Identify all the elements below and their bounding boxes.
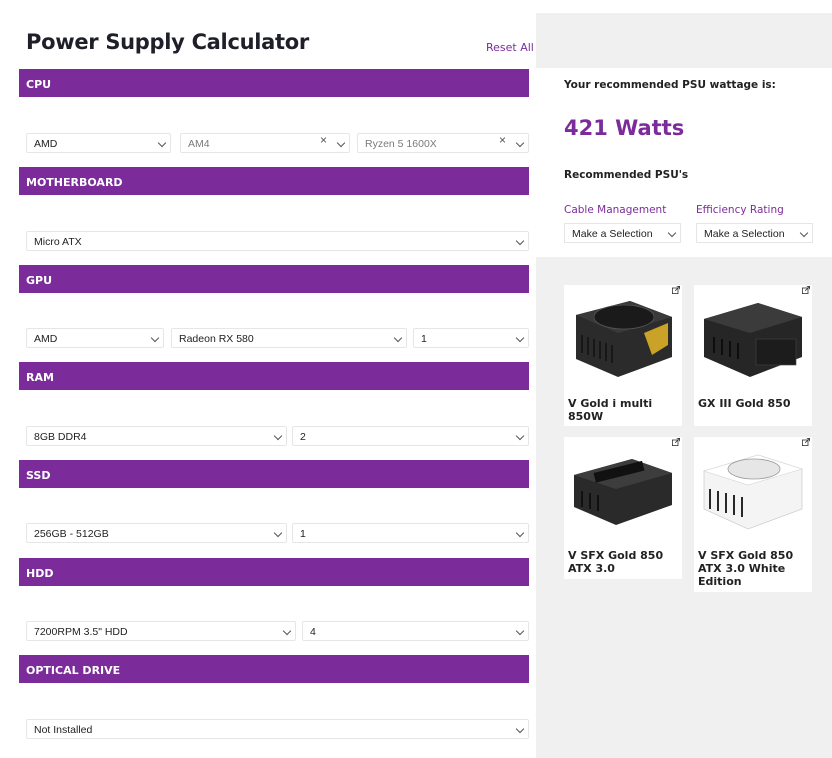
clear-icon[interactable]: ×: [499, 134, 506, 147]
motherboard-value: Micro ATX: [34, 236, 82, 248]
cable-management-value: Make a Selection: [572, 228, 653, 240]
ssd-quantity-select[interactable]: 1: [292, 523, 529, 543]
hdd-type-select[interactable]: 7200RPM 3.5" HDD: [26, 621, 296, 641]
product-name[interactable]: V Gold i multi 850W: [568, 397, 678, 423]
gpu-brand-select[interactable]: AMD: [26, 328, 164, 348]
section-header-ram: RAM: [19, 362, 529, 390]
ram-type-value: 8GB DDR4: [34, 431, 87, 443]
chevron-down-icon: [515, 724, 525, 734]
section-header-optical-drive: OPTICAL DRIVE: [19, 655, 529, 683]
chevron-down-icon: [273, 431, 283, 441]
page-title: Power Supply Calculator: [26, 30, 309, 54]
gpu-model-select[interactable]: Radeon RX 580: [171, 328, 407, 348]
chevron-down-icon: [282, 626, 292, 636]
cpu-socket-select[interactable]: AM4 ×: [180, 133, 350, 153]
gpu-quantity-value: 1: [421, 333, 427, 345]
cable-management-label: Cable Management: [564, 204, 667, 216]
reset-all-link[interactable]: Reset All: [486, 41, 534, 54]
efficiency-rating-label: Efficiency Rating: [696, 204, 784, 216]
hdd-quantity-value: 4: [310, 626, 316, 638]
product-card[interactable]: V Gold i multi 850W: [564, 285, 682, 426]
product-card[interactable]: V SFX Gold 850 ATX 3.0: [564, 437, 682, 579]
cpu-socket-value: AM4: [188, 138, 210, 150]
section-header-cpu: CPU: [19, 69, 529, 97]
efficiency-rating-select[interactable]: Make a Selection: [696, 223, 813, 243]
psu-product-image: [576, 301, 672, 377]
product-name[interactable]: V SFX Gold 850 ATX 3.0: [568, 549, 678, 575]
optical-drive-value: Not Installed: [34, 724, 93, 736]
chevron-down-icon: [336, 138, 346, 148]
ssd-size-select[interactable]: 256GB - 512GB: [26, 523, 287, 543]
cpu-model-value: Ryzen 5 1600X: [365, 138, 437, 150]
section-header-gpu: GPU: [19, 265, 529, 293]
product-name[interactable]: GX III Gold 850: [698, 397, 808, 410]
hdd-quantity-select[interactable]: 4: [302, 621, 529, 641]
cable-management-select[interactable]: Make a Selection: [564, 223, 681, 243]
product-name[interactable]: V SFX Gold 850 ATX 3.0 White Edition: [698, 549, 808, 588]
chevron-down-icon: [273, 528, 283, 538]
motherboard-select[interactable]: Micro ATX: [26, 231, 529, 251]
chevron-down-icon: [515, 138, 525, 148]
recommended-psus-title: Recommended PSU's: [564, 169, 689, 181]
product-card[interactable]: GX III Gold 850: [694, 285, 812, 426]
ram-quantity-select[interactable]: 2: [292, 426, 529, 446]
section-header-motherboard: MOTHERBOARD: [19, 167, 529, 195]
chevron-down-icon: [393, 333, 403, 343]
gpu-brand-value: AMD: [34, 333, 58, 345]
hdd-type-value: 7200RPM 3.5" HDD: [34, 626, 128, 638]
chevron-down-icon: [799, 228, 809, 238]
recommended-wattage-label: Your recommended PSU wattage is:: [564, 79, 776, 91]
efficiency-rating-value: Make a Selection: [704, 228, 785, 240]
chevron-down-icon: [150, 333, 160, 343]
ram-type-select[interactable]: 8GB DDR4: [26, 426, 287, 446]
chevron-down-icon: [515, 333, 525, 343]
cpu-brand-value: AMD: [34, 138, 58, 150]
psu-product-image: [702, 454, 804, 530]
gpu-model-value: Radeon RX 580: [179, 333, 254, 345]
psu-product-image: [704, 303, 802, 377]
psu-product-image: [574, 459, 672, 525]
chevron-down-icon: [515, 528, 525, 538]
recommended-wattage-value: 421 Watts: [564, 116, 685, 140]
chevron-down-icon: [515, 431, 525, 441]
optical-drive-select[interactable]: Not Installed: [26, 719, 529, 739]
gpu-quantity-select[interactable]: 1: [413, 328, 529, 348]
chevron-down-icon: [515, 626, 525, 636]
cpu-model-select[interactable]: Ryzen 5 1600X ×: [357, 133, 529, 153]
section-header-hdd: HDD: [19, 558, 529, 586]
ram-quantity-value: 2: [300, 431, 306, 443]
cpu-brand-select[interactable]: AMD: [26, 133, 171, 153]
chevron-down-icon: [667, 228, 677, 238]
chevron-down-icon: [515, 236, 525, 246]
section-header-ssd: SSD: [19, 460, 529, 488]
ssd-size-value: 256GB - 512GB: [34, 528, 109, 540]
clear-icon[interactable]: ×: [320, 134, 327, 147]
ssd-quantity-value: 1: [300, 528, 306, 540]
product-card[interactable]: V SFX Gold 850 ATX 3.0 White Edition: [694, 437, 812, 592]
chevron-down-icon: [157, 138, 167, 148]
